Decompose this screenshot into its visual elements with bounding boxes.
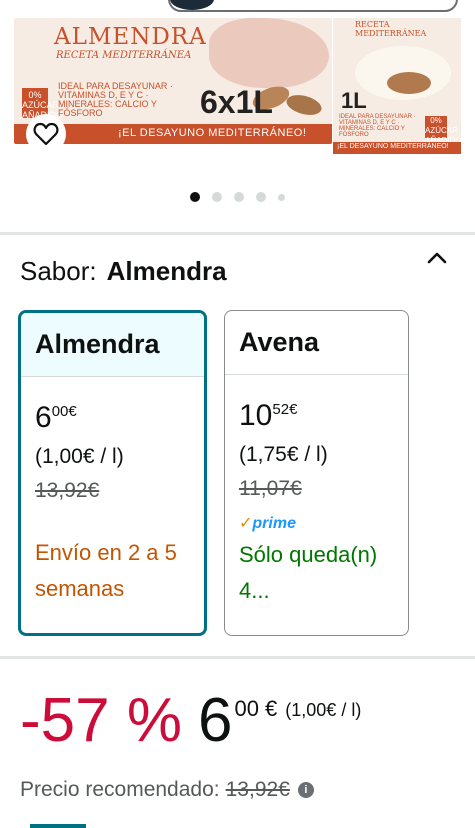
carousel-dots (190, 192, 285, 202)
chevron-up-icon[interactable] (426, 250, 448, 266)
small-pack-brand: RECETA MEDITERRÁNEA (355, 20, 427, 38)
option-price-fraction: 00 (51, 403, 69, 420)
option-availability: Sólo queda(n) 4... (239, 542, 378, 603)
option-unit-price: (1,00€ / l) (35, 445, 124, 468)
option-availability: Envío en 2 a 5 semanas (35, 540, 177, 601)
pack-ideal-text: IDEAL PARA DESAYUNAR · VITAMINAS D, E Y … (58, 81, 173, 118)
prime-badge: ✓prime (239, 513, 408, 533)
section-divider (0, 232, 475, 235)
small-sugar-badge: 0% AZÚCAR AÑADIDO (425, 116, 462, 145)
small-pack-ideal-text: IDEAL PARA DESAYUNAR · VITAMINAS D, E Y … (339, 114, 416, 138)
variation-option-avena[interactable]: Avena 1052€ (1,75€ / l) 11,07€ ✓prime Só… (224, 310, 409, 636)
pack-band-text: ¡EL DESAYUNO MEDITERRÁNEO! (118, 127, 307, 139)
favorite-button[interactable] (26, 114, 66, 154)
recommended-price: Precio recomendado: 13,92€ i (20, 778, 314, 802)
deal-unit-price: (1,00€ / l) (285, 700, 362, 720)
recommended-label: Precio recomendado: (20, 778, 220, 801)
recommended-value: 13,92€ (225, 778, 290, 801)
deal-price-fraction: 00 € (234, 696, 278, 721)
option-list-price: 11,07€ (239, 477, 302, 500)
deal-price-whole: 6 (197, 686, 233, 755)
product-image-single[interactable]: RECETA MEDITERRÁNEA 1L IDEAL PARA DESAYU… (333, 18, 461, 154)
option-currency: € (289, 401, 298, 418)
carousel-dot[interactable] (256, 192, 266, 202)
option-list-price: 13,92€ (35, 479, 100, 502)
prime-label: prime (252, 515, 296, 532)
small-pack-band: ¡EL DESAYUNO MEDITERRÁNEO! (333, 142, 461, 154)
option-name: Avena (225, 311, 408, 375)
small-pack-band-text: ¡EL DESAYUNO MEDITERRÁNEO! (337, 143, 449, 150)
option-unit-price: (1,75€ / l) (239, 443, 328, 466)
variation-label: Sabor: (20, 256, 97, 286)
option-currency: € (68, 403, 77, 420)
prime-check-icon: ✓ (239, 515, 253, 532)
option-price: 600€ (35, 395, 204, 435)
variation-option-almendra[interactable]: Almendra 600€ (1,00€ / l) 13,92€ Envío e… (18, 310, 207, 636)
carousel-dot[interactable] (190, 192, 200, 202)
carousel-dot[interactable] (278, 193, 285, 201)
small-pack-liter: 1L (341, 88, 367, 113)
option-price: 1052€ (239, 393, 408, 433)
option-price-fraction: 52 (272, 401, 290, 418)
carousel-dot[interactable] (212, 192, 222, 202)
pack-size: 6x1L (200, 84, 273, 120)
option-name: Almendra (21, 313, 204, 377)
option-price-whole: 10 (239, 399, 273, 432)
heart-outline-icon (33, 122, 59, 146)
variation-selected-value: Almendra (106, 256, 227, 286)
info-icon[interactable]: i (297, 782, 314, 798)
carousel-dot[interactable] (234, 192, 244, 202)
section-divider (0, 656, 475, 659)
deal-price-block: -57 % 6 00 € (1,00€ / l) (20, 688, 361, 754)
tab-indicator (30, 824, 86, 828)
option-price-whole: 6 (35, 401, 52, 434)
pack-brand: ALMENDRA (54, 24, 207, 50)
almond-graphic (284, 91, 324, 119)
pack-subtitle: RECETA MEDITERRÁNEA (56, 50, 192, 61)
discount-percent: -57 % (20, 686, 182, 755)
product-image-carousel[interactable]: ALMENDRA RECETA MEDITERRÁNEA 0% AZÚCAR A… (0, 0, 475, 232)
milk-splash-graphic (209, 18, 329, 88)
variation-header[interactable]: Sabor: Almendra (20, 256, 227, 287)
almond-graphic (387, 72, 431, 94)
